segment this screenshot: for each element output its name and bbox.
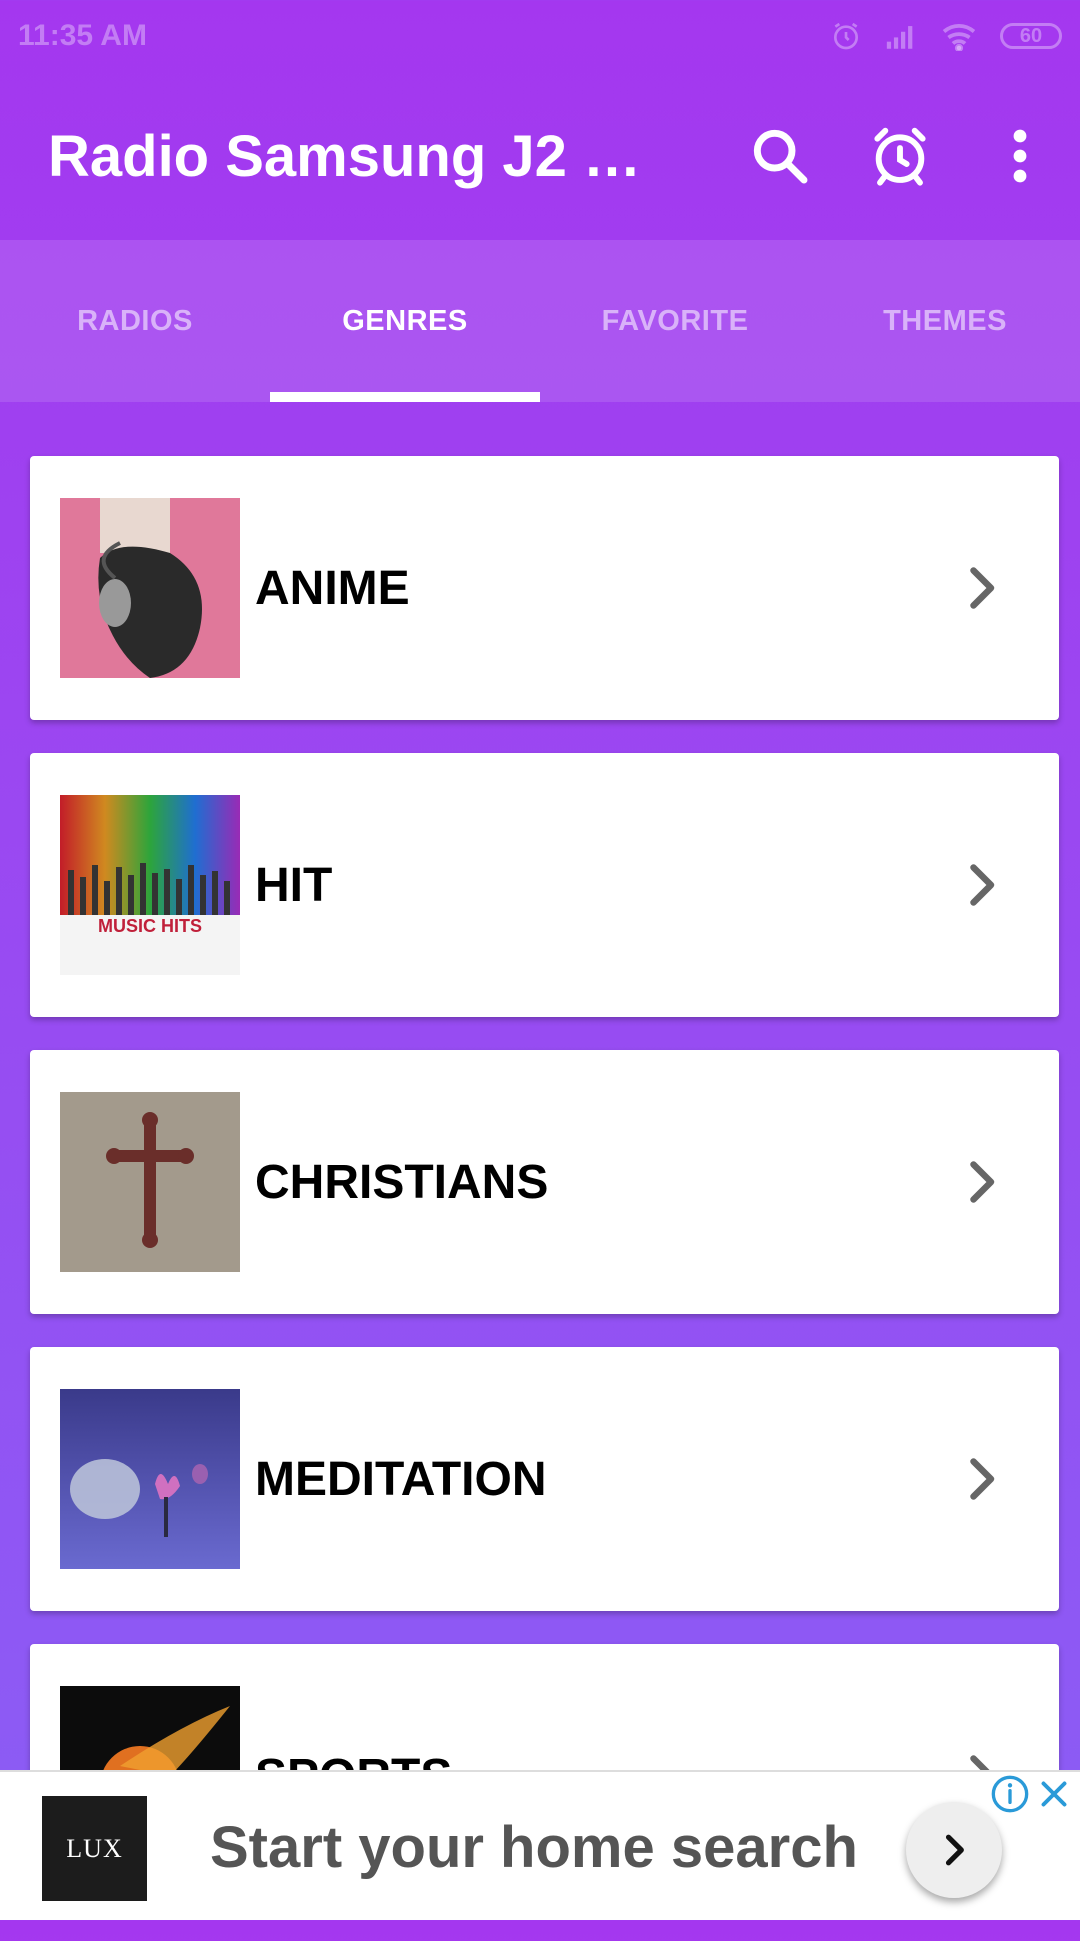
lotus-thumbnail (60, 1389, 240, 1569)
genre-label: ANIME (255, 561, 410, 615)
battery-level: 60 (1019, 24, 1043, 47)
chevron-right-icon (970, 1458, 995, 1500)
wifi-icon (942, 24, 976, 51)
status-icons: 60 (830, 20, 1062, 52)
app-actions (720, 72, 1080, 240)
ad-info-icon[interactable] (990, 1774, 1030, 1814)
chevron-right-icon (970, 864, 995, 906)
tab-label: THEMES (883, 304, 1007, 337)
anime-thumbnail (60, 498, 240, 678)
signal-icon (886, 26, 913, 49)
ad-close-icon[interactable] (1036, 1776, 1072, 1812)
status-bar: 11:35 AM 60 (0, 0, 1080, 72)
genre-list: ANIME MUSIC HITS HIT CHRISTIANS MEDITATI… (30, 456, 1059, 1941)
status-time: 11:35 AM (18, 19, 147, 52)
search-button[interactable] (720, 96, 840, 216)
search-icon (753, 129, 808, 184)
ad-next-button[interactable] (906, 1802, 1002, 1898)
genre-card-hit[interactable]: MUSIC HITS HIT (30, 753, 1059, 1017)
tab-bar: RADIOS GENRES FAVORITE THEMES (0, 240, 1080, 402)
genre-card-christians[interactable]: CHRISTIANS (30, 1050, 1059, 1314)
more-vert-icon (1013, 129, 1027, 183)
music-hits-thumbnail: MUSIC HITS (60, 795, 240, 975)
tab-themes[interactable]: THEMES (810, 240, 1080, 402)
app-bar: Radio Samsung J2 P... (0, 72, 1080, 240)
app-title: Radio Samsung J2 P... (48, 123, 648, 189)
ad-banner[interactable]: LUX Start your home search (0, 1770, 1080, 1920)
overflow-menu-button[interactable] (960, 96, 1080, 216)
alarm-button[interactable] (840, 96, 960, 216)
alarm-clock-icon (874, 127, 926, 186)
chevron-right-icon (970, 567, 995, 609)
tab-label: RADIOS (77, 304, 193, 337)
ad-headline: Start your home search (210, 1814, 858, 1880)
genre-label: MEDITATION (255, 1452, 547, 1506)
genre-card-meditation[interactable]: MEDITATION (30, 1347, 1059, 1611)
tab-genres[interactable]: GENRES (270, 240, 540, 402)
tab-label: GENRES (342, 304, 468, 337)
tab-favorite[interactable]: FAVORITE (540, 240, 810, 402)
genre-card-anime[interactable]: ANIME (30, 456, 1059, 720)
chevron-right-icon (945, 1834, 964, 1866)
music-hits-text: MUSIC HITS (98, 916, 202, 936)
alarm-status-icon (834, 22, 858, 50)
tab-label: FAVORITE (601, 304, 749, 337)
ad-logo: LUX (42, 1796, 147, 1901)
genre-label: HIT (255, 858, 333, 912)
tab-radios[interactable]: RADIOS (0, 240, 270, 402)
tab-indicator (270, 392, 540, 402)
cross-thumbnail (60, 1092, 240, 1272)
battery-icon: 60 (1000, 23, 1062, 49)
genre-label: CHRISTIANS (255, 1155, 549, 1209)
chevron-right-icon (970, 1161, 995, 1203)
